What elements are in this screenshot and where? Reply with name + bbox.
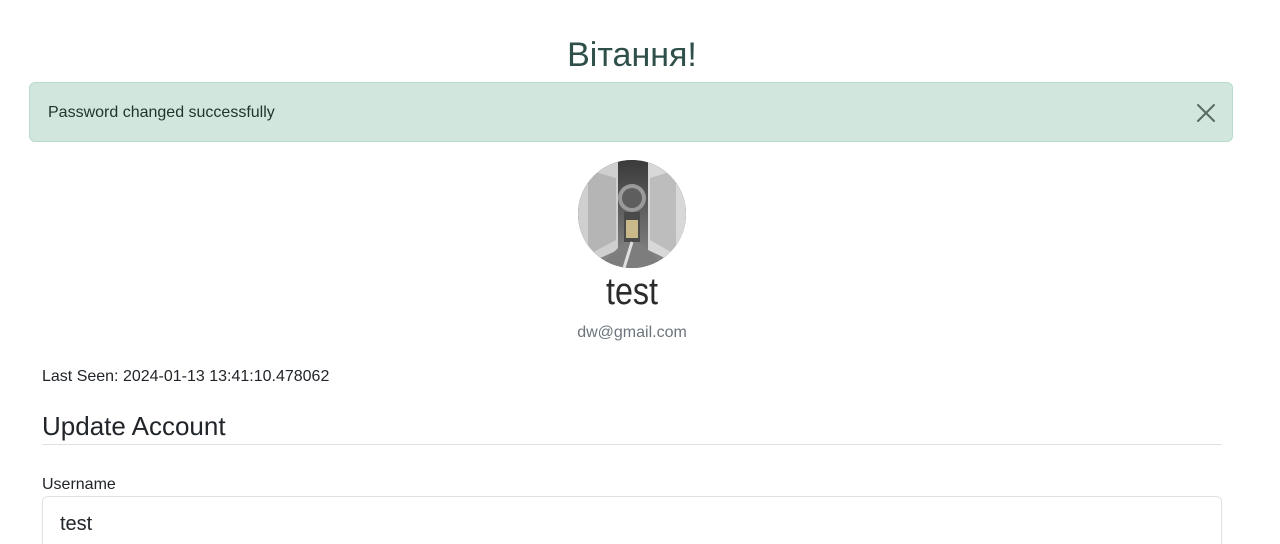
page-greeting: Вітання! xyxy=(567,36,697,74)
username-label: Username xyxy=(42,476,116,493)
update-account-heading: Update Account xyxy=(42,411,226,441)
alert-message: Password changed successfully xyxy=(48,104,275,121)
username-input[interactable] xyxy=(42,496,1222,544)
last-seen-text: Last Seen: 2024-01-13 13:41:10.478062 xyxy=(42,368,330,385)
profile-username: test xyxy=(605,271,659,313)
account-page: Вітання! Password changed successfully t… xyxy=(0,0,1280,544)
close-icon[interactable] xyxy=(1194,101,1218,125)
avatar xyxy=(578,160,686,268)
section-divider xyxy=(42,444,1222,445)
profile-email: dw@gmail.com xyxy=(577,324,687,341)
success-alert: Password changed successfully xyxy=(29,82,1233,142)
